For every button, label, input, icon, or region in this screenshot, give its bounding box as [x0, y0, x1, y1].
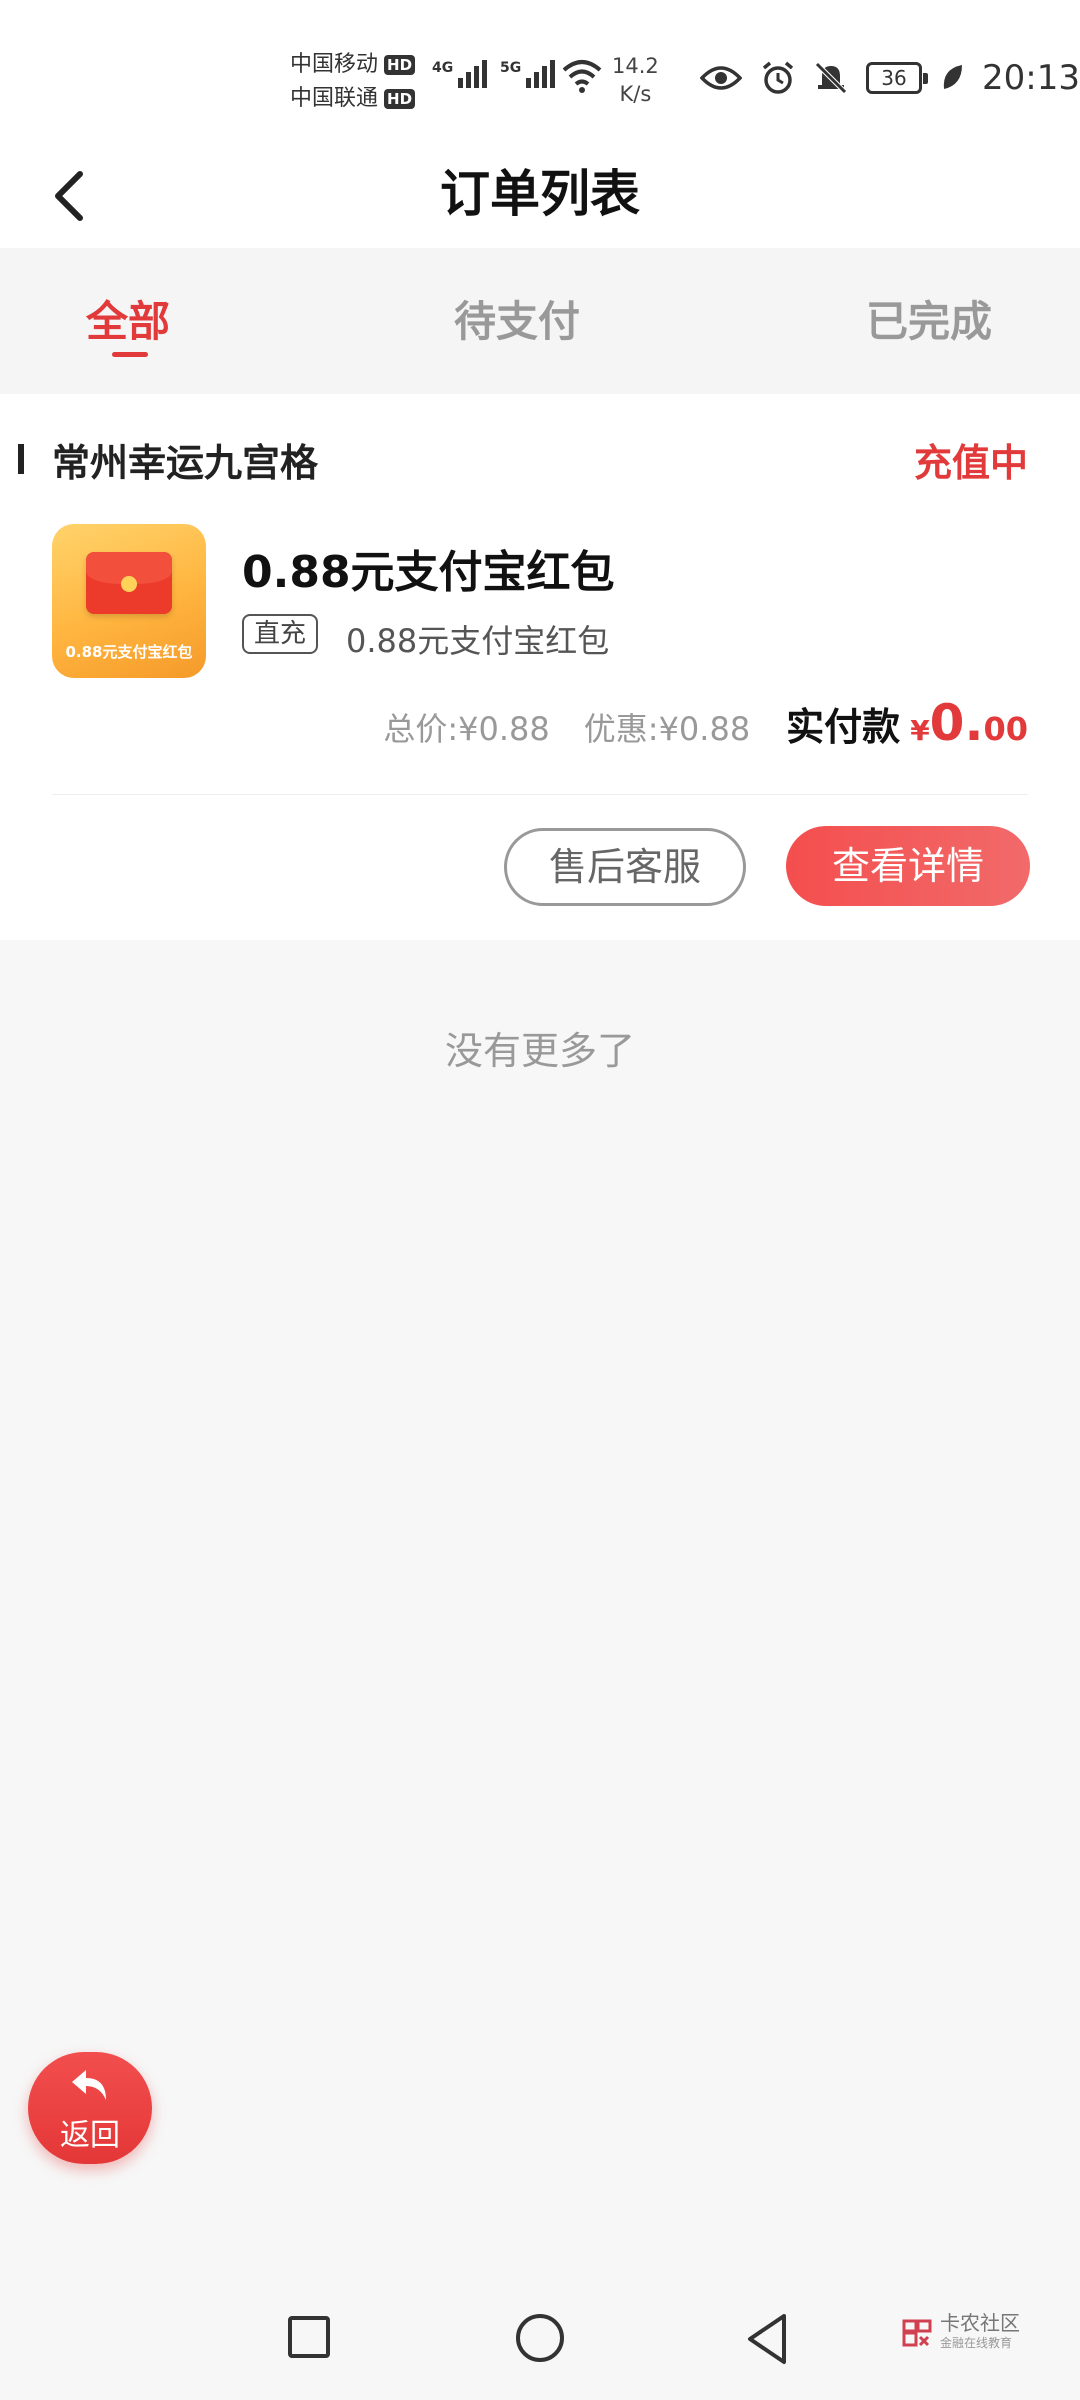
- carrier-1: 中国移动: [290, 52, 379, 77]
- paid-label: 实付款: [786, 705, 901, 749]
- tab-all[interactable]: 全部: [86, 288, 170, 349]
- tab-pending-payment[interactable]: 待支付: [454, 288, 580, 349]
- system-back-button[interactable]: [744, 2312, 792, 2366]
- paid-currency: ¥: [910, 714, 930, 747]
- red-envelope-icon: [86, 552, 172, 614]
- tab-indicator: [112, 352, 148, 357]
- tab-completed[interactable]: 已完成: [866, 288, 992, 349]
- discount-label: 优惠:: [583, 710, 659, 748]
- view-details-button[interactable]: 查看详情: [786, 826, 1030, 906]
- signal-4g-icon: 4G: [432, 60, 488, 88]
- discount-value: ¥0.88: [658, 710, 751, 748]
- carrier-2: 中国联通: [290, 86, 379, 111]
- product-name: 0.88元支付宝红包: [242, 547, 615, 598]
- return-arrow-icon: [72, 2070, 106, 2100]
- paid-integer: 0.: [929, 694, 984, 752]
- return-label: 返回: [60, 2118, 120, 2153]
- shop-name: 常州幸运九宫格: [52, 441, 319, 485]
- return-button[interactable]: 返回: [28, 2052, 152, 2164]
- status-bar: 中国移动 HD 中国联通 HD 4G 5G 14.2 K/s 36 20:13: [0, 0, 1080, 140]
- hd-badge: HD: [384, 89, 416, 109]
- status-icons: 36 20:13: [700, 58, 1080, 98]
- watermark-subtitle: 金融在线教育: [940, 2336, 1013, 2350]
- order-tabs: 全部 待支付 已完成: [0, 248, 1080, 394]
- network-speed: 14.2 K/s: [612, 54, 659, 106]
- product-thumbnail: 0.88元支付宝红包: [52, 524, 206, 678]
- home-button[interactable]: [516, 2314, 564, 2362]
- clock: 20:13: [982, 58, 1080, 98]
- hd-badge: HD: [384, 55, 416, 75]
- signal-5g-icon: 5G: [500, 60, 556, 88]
- order-status: 充值中: [913, 441, 1028, 485]
- divider: [52, 794, 1028, 795]
- eye-icon: [700, 66, 742, 90]
- shop-marker: [18, 444, 24, 474]
- price-summary: 总价: ¥0.88 优惠: ¥0.88 实付款 ¥ 0. 00: [383, 694, 1028, 752]
- watermark-logo-icon: [902, 2319, 932, 2346]
- product-tag: 直充: [242, 614, 319, 654]
- thumbnail-caption: 0.88元支付宝红包: [65, 643, 193, 661]
- system-nav-bar: 卡农社区 金融在线教育: [0, 2282, 1080, 2400]
- alarm-icon: [762, 61, 794, 94]
- header: 订单列表: [0, 140, 1080, 248]
- after-sales-button[interactable]: 售后客服: [504, 828, 746, 906]
- recent-apps-button[interactable]: [288, 2316, 330, 2358]
- page-title: 订单列表: [440, 165, 640, 223]
- total-value: ¥0.88: [458, 710, 550, 748]
- leaf-icon: [943, 65, 962, 89]
- carrier-info: 中国移动 HD 中国联通 HD: [290, 48, 416, 116]
- product-spec: 0.88元支付宝红包: [346, 622, 610, 660]
- watermark-title: 卡农社区: [940, 2311, 1020, 2335]
- total-label: 总价:: [383, 710, 459, 748]
- no-more-text: 没有更多了: [444, 1029, 635, 1073]
- wifi-icon: [562, 60, 602, 93]
- order-card[interactable]: 常州幸运九宫格 充值中 0.88元支付宝红包 0.88元支付宝红包 直充 0.8…: [0, 394, 1080, 940]
- mute-bell-icon: [815, 62, 847, 94]
- paid-decimal: 00: [983, 710, 1028, 748]
- battery-icon: 36: [866, 62, 928, 94]
- watermark: 卡农社区 金融在线教育: [900, 2312, 1020, 2351]
